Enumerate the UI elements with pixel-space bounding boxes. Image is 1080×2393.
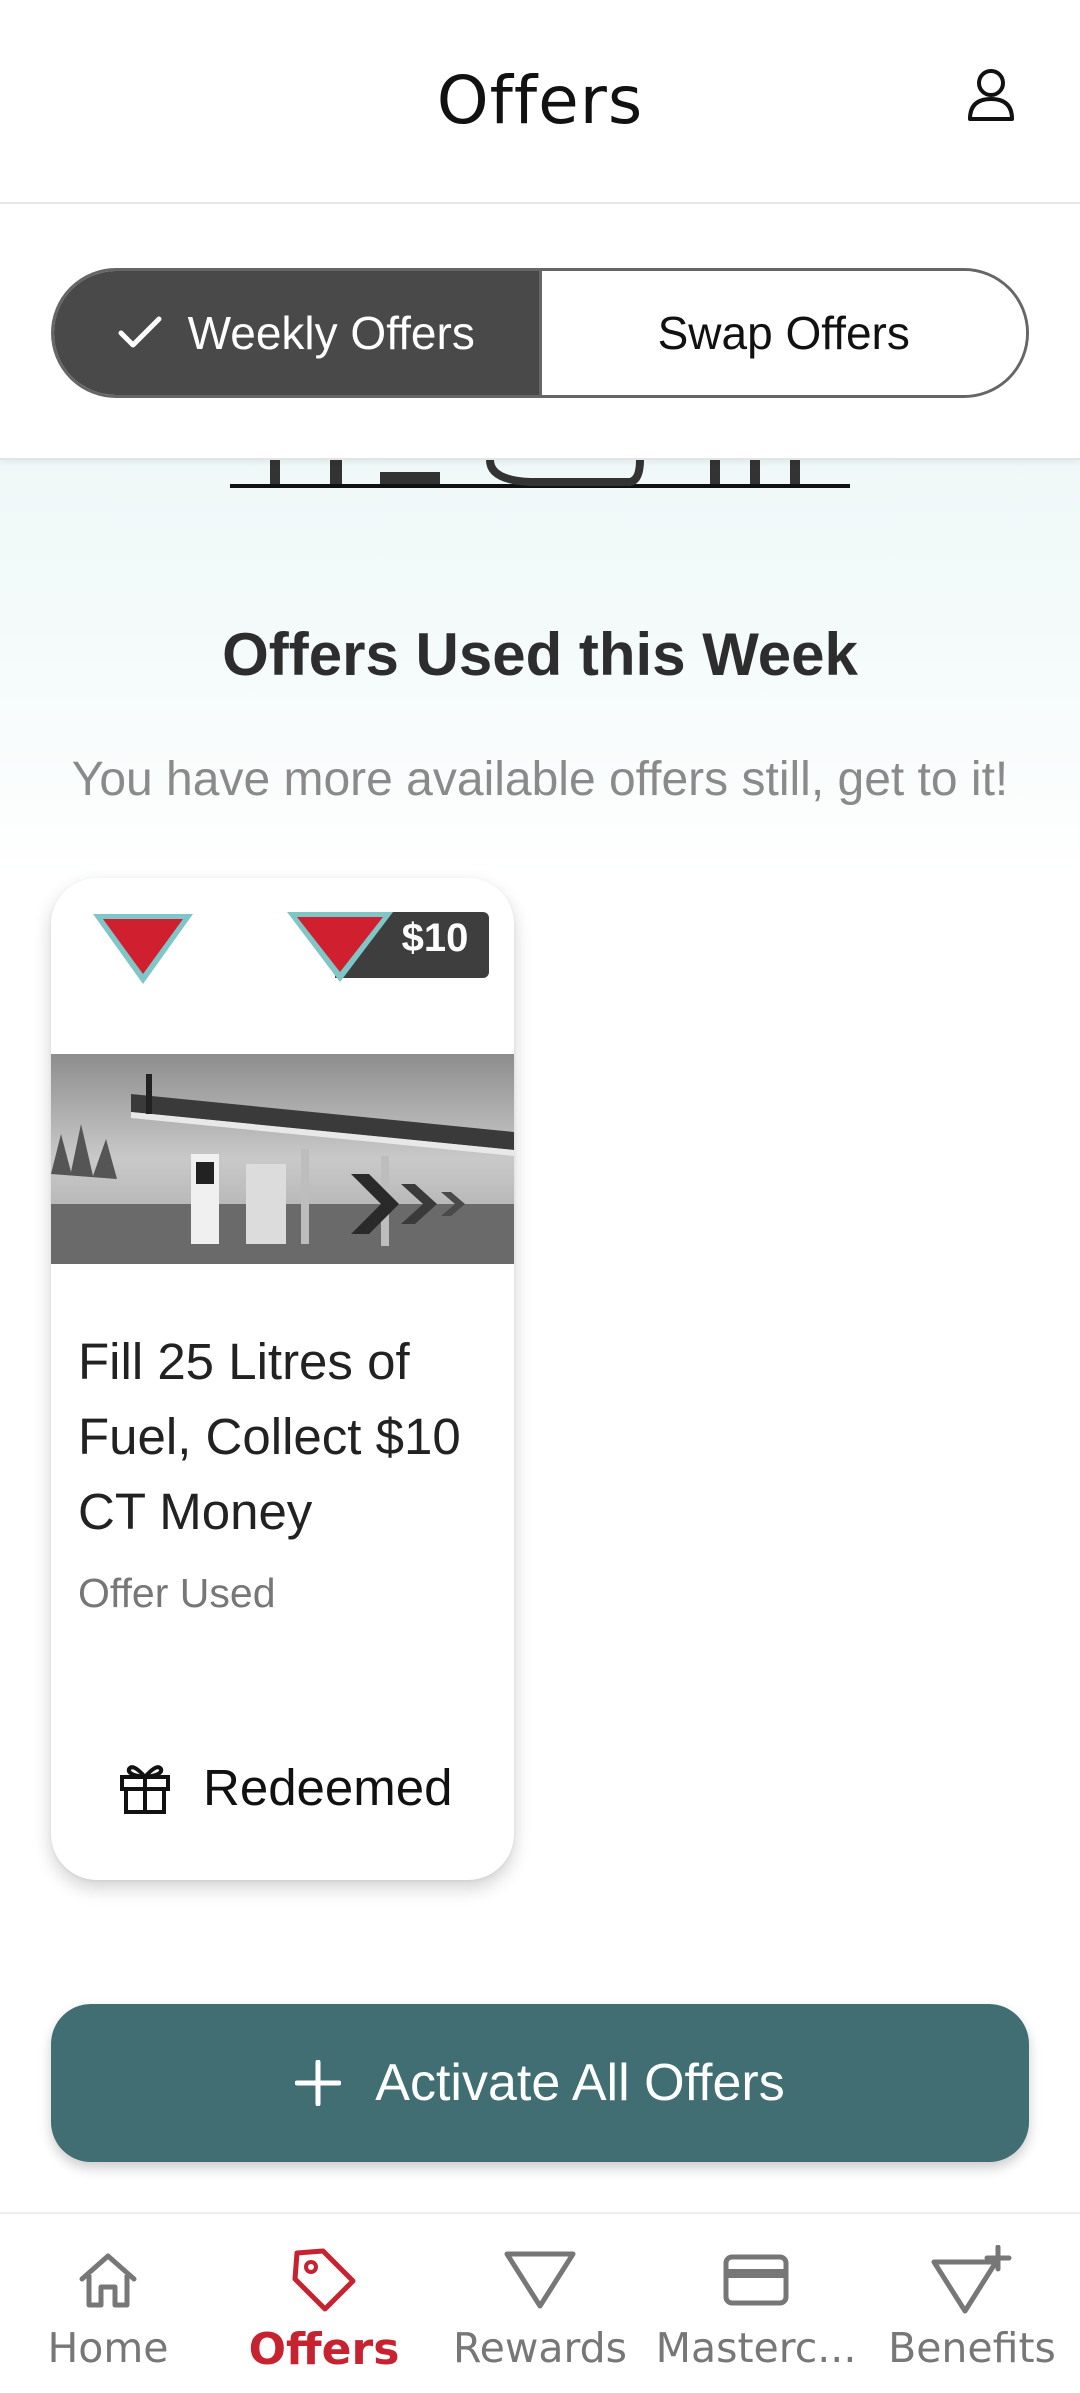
gas-station-image [51, 1054, 514, 1264]
home-icon [79, 2253, 137, 2308]
tab-swap-offers[interactable]: Swap Offers [541, 271, 1026, 395]
offers-segmented-control: Weekly Offers Swap Offers [51, 268, 1029, 398]
banner-graphic-cut-off [230, 460, 850, 488]
nav-item-benefits[interactable]: Benefits [864, 2214, 1080, 2393]
tab-swap-offers-label: Swap Offers [657, 307, 910, 359]
section-subtitle: You have more available offers still, ge… [71, 753, 1009, 806]
gift-icon [120, 1764, 170, 1814]
redeemed-label: Redeemed [203, 1759, 453, 1816]
top-app-bar: Offers [0, 0, 1080, 204]
profile-button[interactable] [956, 60, 1026, 130]
page-title: Offers [436, 62, 644, 139]
nav-label-offers: Offers [248, 2324, 400, 2375]
credit-card-icon [723, 2254, 789, 2306]
tab-weekly-offers-label: Weekly Offers [187, 307, 475, 359]
nav-item-rewards[interactable]: Rewards [432, 2214, 648, 2393]
offer-value: $10 [401, 916, 469, 960]
bottom-navigation: Home Offers Rewards Masterc... Benefits [0, 2212, 1080, 2393]
nav-item-home[interactable]: Home [0, 2214, 216, 2393]
activate-all-offers-button[interactable]: Activate All Offers [51, 2004, 1029, 2162]
canadian-tire-logo-icon [93, 914, 193, 984]
offer-value-badge: $10 [285, 908, 489, 982]
canadian-tire-logo-icon [287, 912, 393, 982]
plus-icon [295, 2060, 342, 2106]
nav-label-mastercard: Masterc... [655, 2324, 857, 2372]
offer-card[interactable]: $10 Fill 25 Litres of Fuel, Collect $10 … [51, 878, 514, 1880]
tab-weekly-offers[interactable]: Weekly Offers [54, 271, 542, 395]
nav-label-rewards: Rewards [452, 2324, 628, 2372]
triangle-icon [504, 2251, 576, 2309]
offer-title: Fill 25 Litres of Fuel, Collect $10 CT M… [78, 1333, 461, 1540]
activate-all-offers-label: Activate All Offers [375, 2054, 785, 2112]
checkmark-icon [118, 316, 162, 348]
nav-label-home: Home [47, 2324, 169, 2372]
offer-status: Offer Used [78, 1570, 276, 1616]
section-title: Offers Used this Week [222, 621, 858, 688]
nav-item-mastercard[interactable]: Masterc... [648, 2214, 864, 2393]
nav-item-offers[interactable]: Offers [216, 2214, 432, 2393]
tag-icon [292, 2248, 356, 2312]
redeemed-indicator: Redeemed [119, 1758, 453, 1817]
triangle-plus-icon [931, 2245, 1012, 2314]
offers-toggle-bar: Weekly Offers Swap Offers [0, 204, 1080, 460]
nav-label-benefits: Benefits [888, 2324, 1056, 2372]
user-icon [968, 69, 1014, 121]
offers-content: Offers Used this Week You have more avai… [0, 460, 1080, 2210]
